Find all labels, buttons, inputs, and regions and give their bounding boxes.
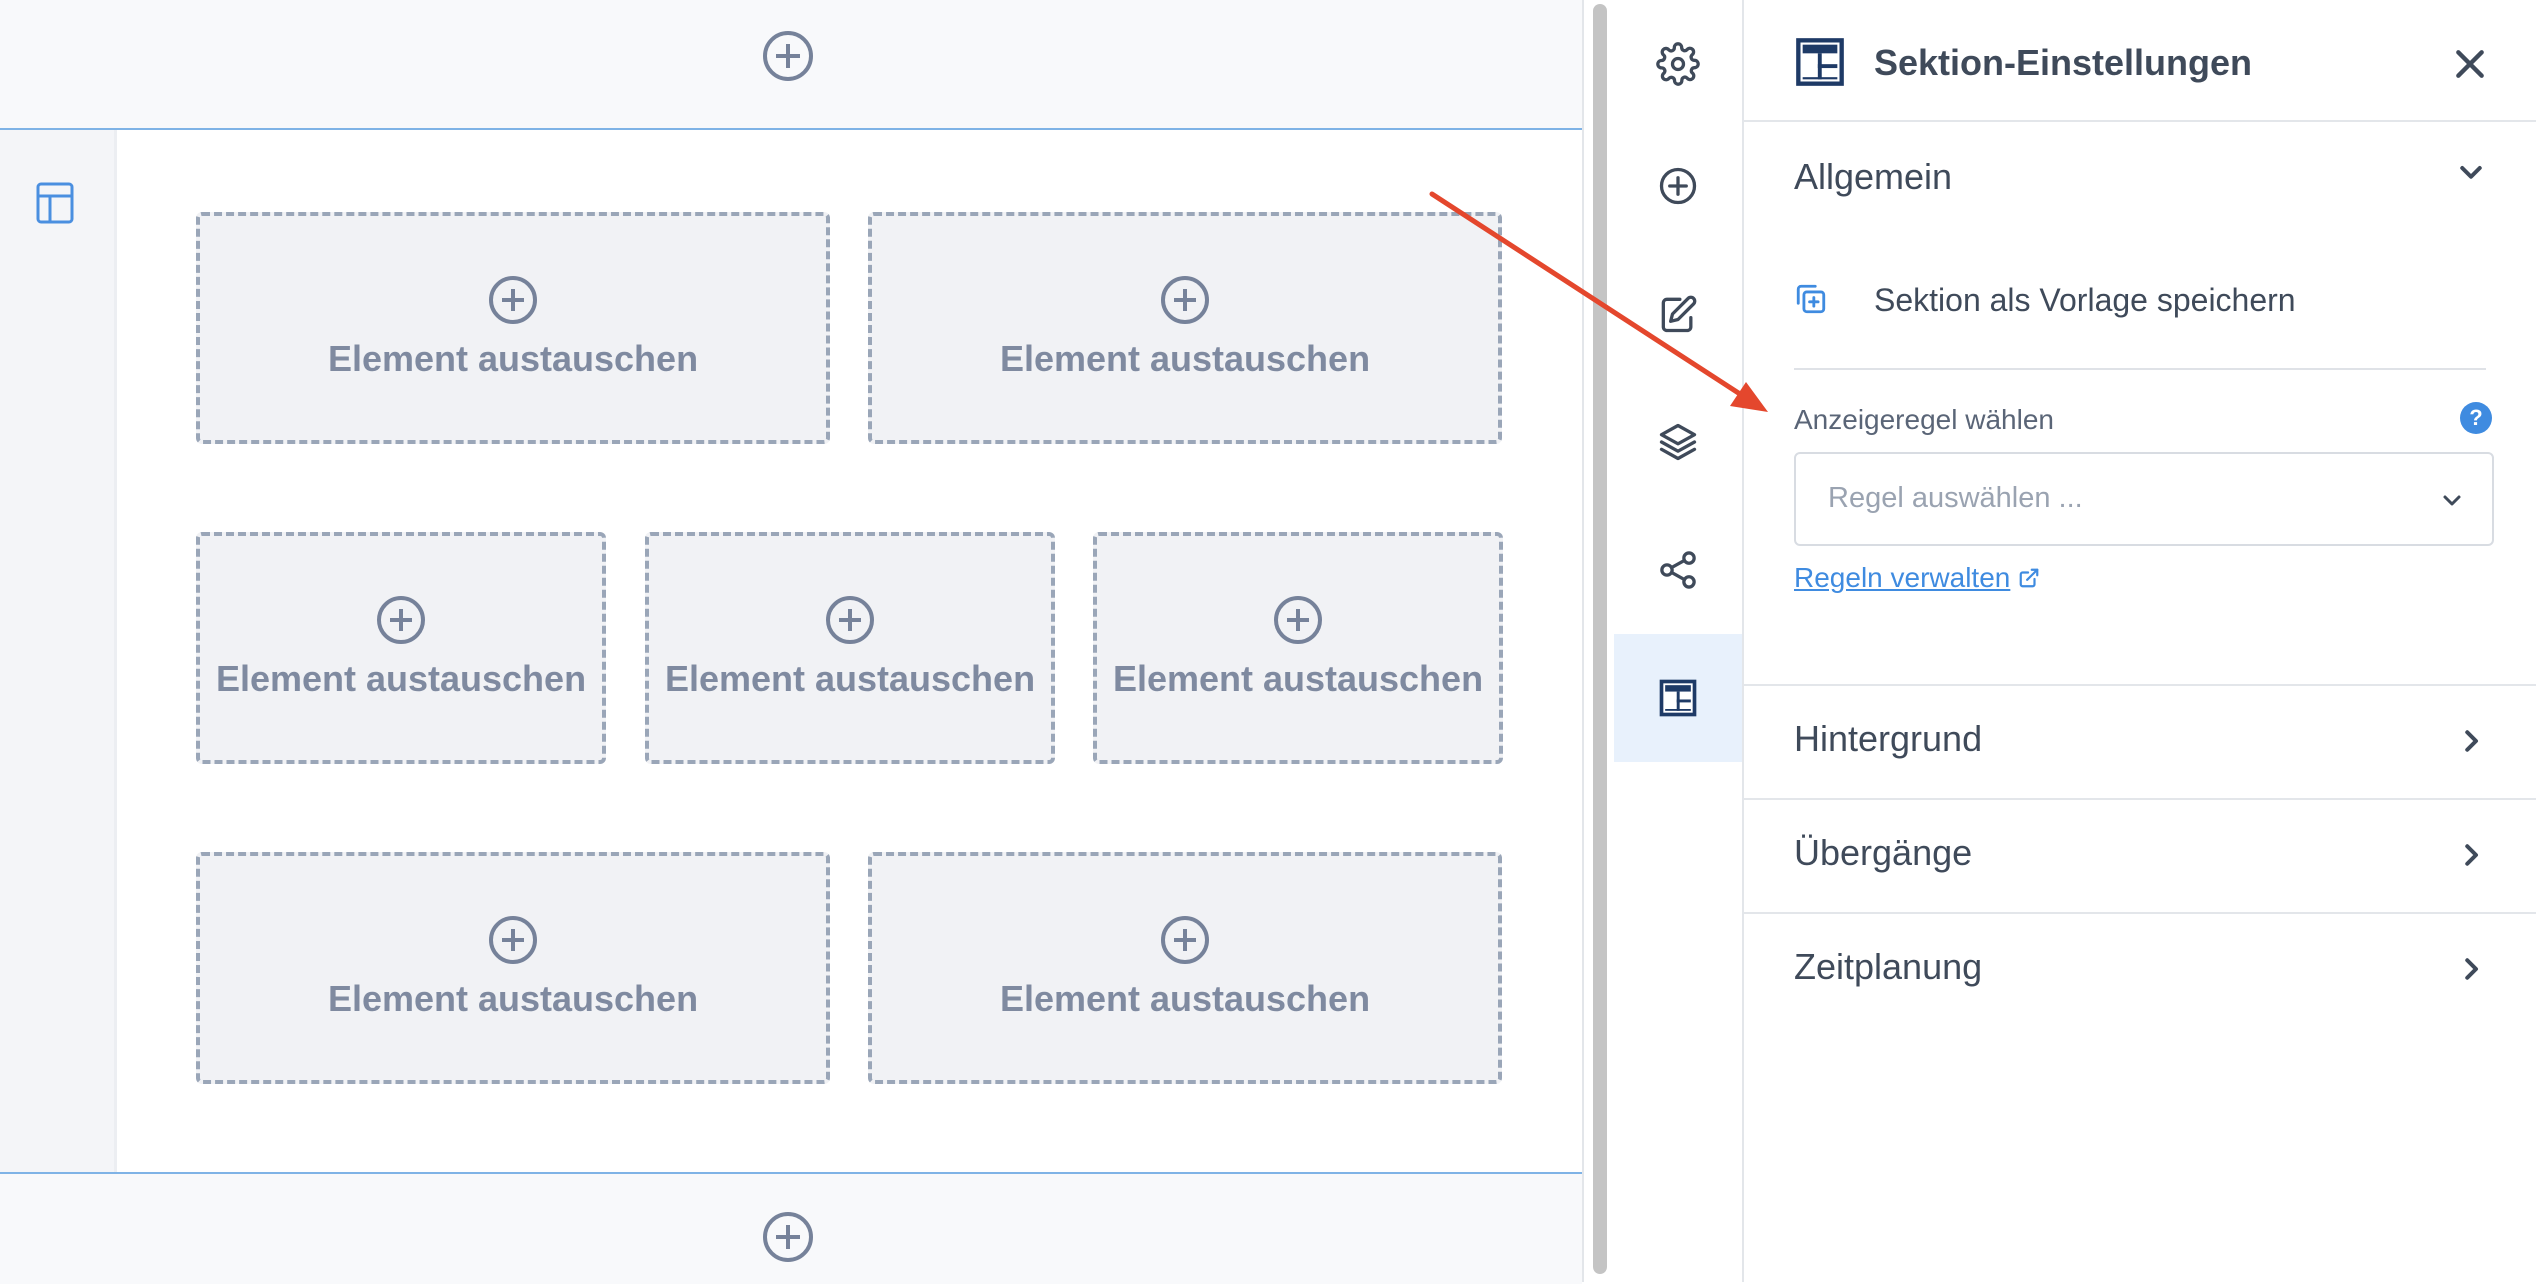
element-placeholder[interactable]: Element austauschen <box>868 212 1502 444</box>
plus-circle-icon <box>1274 596 1322 644</box>
chevron-down-icon <box>2460 166 2482 179</box>
accordion-transitions-title: Übergänge <box>1794 832 1973 873</box>
editor-canvas: Element austauschen Element austauschen … <box>0 0 1582 1284</box>
add-section-bottom-button[interactable] <box>763 1212 813 1262</box>
accordion-general[interactable]: Allgemein <box>1744 124 2536 234</box>
display-rule-label: Anzeigeregel wählen <box>1794 404 2054 435</box>
add-section-zone-bottom <box>0 1172 1582 1284</box>
save-as-template-button[interactable]: Sektion als Vorlage speichern <box>1794 270 2486 330</box>
element-placeholder[interactable]: Element austauschen <box>1093 532 1503 764</box>
edit-icon <box>1661 295 1697 333</box>
add-section-zone-top <box>0 0 1582 130</box>
copy-add-icon <box>1796 284 1826 314</box>
help-icon[interactable]: ? <box>2460 402 2492 434</box>
element-placeholder-label: Element austauschen <box>327 338 699 379</box>
chevron-down-icon <box>2443 495 2461 506</box>
rail-settings-button[interactable] <box>1614 0 1742 128</box>
accordion-general-title: Allgemein <box>1794 156 1953 197</box>
add-icon <box>1659 167 1697 205</box>
rail-layers-button[interactable] <box>1614 378 1742 506</box>
add-section-top-button[interactable] <box>763 31 813 81</box>
plus-circle-icon <box>826 596 874 644</box>
panel-header: Sektion-Einstellungen <box>1744 0 2536 122</box>
rail-section-settings-button[interactable] <box>1614 634 1742 762</box>
display-rule-placeholder: Regel auswählen ... <box>1828 482 2083 514</box>
tool-rail <box>1614 0 1744 1282</box>
element-placeholder-label: Element austauschen <box>327 978 699 1019</box>
section-layout-icon <box>1796 38 1844 86</box>
section-layout-icon[interactable] <box>36 182 74 224</box>
element-placeholder[interactable]: Element austauschen <box>645 532 1055 764</box>
section-layout-icon <box>1659 679 1697 717</box>
plus-circle-icon <box>377 596 425 644</box>
plus-circle-icon <box>1161 916 1209 964</box>
accordion-scheduling-title: Zeitplanung <box>1794 946 1983 987</box>
element-placeholder-label: Element austauschen <box>999 978 1371 1019</box>
rail-share-button[interactable] <box>1614 506 1742 634</box>
scrollbar-thumb[interactable] <box>1593 4 1607 1274</box>
rail-add-button[interactable] <box>1614 122 1742 250</box>
chevron-right-icon <box>2465 730 2478 752</box>
accordion-background[interactable]: Hintergrund <box>1744 686 2536 796</box>
section-rail <box>0 130 117 1172</box>
section-body: Element austauschen Element austauschen … <box>117 130 1582 1172</box>
manage-rules-link-label: Regeln verwalten <box>1794 562 2011 593</box>
plus-circle-icon <box>1161 276 1209 324</box>
canvas-scrollbar[interactable] <box>1582 0 1616 1282</box>
divider <box>1794 368 2486 370</box>
element-placeholder[interactable]: Element austauschen <box>196 212 830 444</box>
section-settings-panel: Sektion-Einstellungen Allgemein Sektion … <box>1744 0 2536 1282</box>
rail-edit-button[interactable] <box>1614 250 1742 378</box>
layers-icon <box>1659 423 1697 461</box>
element-placeholder[interactable]: Element austauschen <box>196 852 830 1084</box>
accordion-scheduling[interactable]: Zeitplanung <box>1744 914 2536 1024</box>
element-placeholder-label: Element austauschen <box>999 338 1371 379</box>
save-as-template-label: Sektion als Vorlage speichern <box>1874 282 2296 318</box>
accordion-transitions[interactable]: Übergänge <box>1744 800 2536 910</box>
element-placeholder-label: Element austauschen <box>215 658 587 699</box>
external-link-icon <box>2019 568 2039 588</box>
share-icon <box>1660 551 1696 589</box>
panel-title: Sektion-Einstellungen <box>1874 42 2253 83</box>
display-rule-select[interactable]: Regel auswählen ... <box>1794 452 2494 546</box>
plus-circle-icon <box>489 916 537 964</box>
element-placeholder[interactable]: Element austauschen <box>196 532 606 764</box>
accordion-background-title: Hintergrund <box>1794 718 1983 759</box>
plus-circle-icon <box>489 276 537 324</box>
element-placeholder-label: Element austauschen <box>1112 658 1484 699</box>
element-placeholder-label: Element austauschen <box>664 658 1036 699</box>
chevron-right-icon <box>2465 844 2478 866</box>
manage-rules-link[interactable]: Regeln verwalten <box>1794 562 2040 594</box>
element-placeholder[interactable]: Element austauschen <box>868 852 1502 1084</box>
close-icon[interactable] <box>2450 44 2490 84</box>
chevron-right-icon <box>2465 958 2478 980</box>
gear-icon <box>1656 42 1700 86</box>
